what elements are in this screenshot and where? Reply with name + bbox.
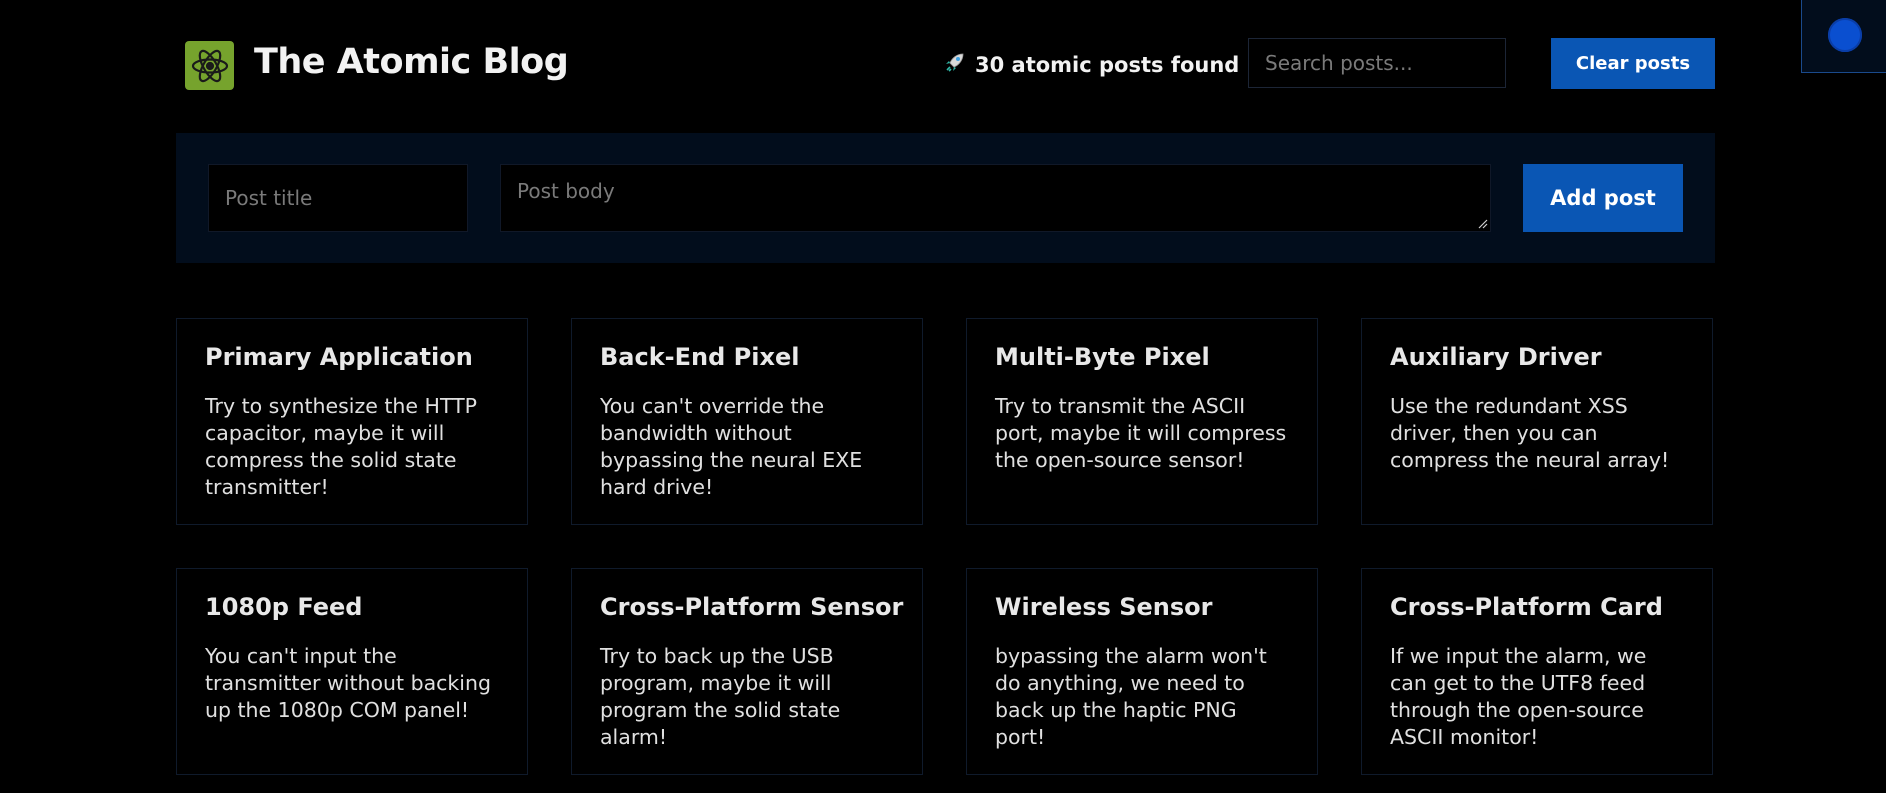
post-title: 1080p Feed xyxy=(205,593,363,621)
theme-dot-icon xyxy=(1828,18,1862,52)
theme-toggle-button[interactable] xyxy=(1801,0,1886,73)
post-count: 30 atomic posts found xyxy=(943,50,1239,79)
post-title: Primary Application xyxy=(205,343,473,371)
post-card: Cross-Platform Sensor Try to back up the… xyxy=(571,568,923,775)
post-title: Auxiliary Driver xyxy=(1390,343,1602,371)
post-title-input[interactable] xyxy=(208,164,468,232)
post-card: 1080p Feed You can't input the transmitt… xyxy=(176,568,528,775)
post-card: Auxiliary Driver Use the redundant XSS d… xyxy=(1361,318,1713,525)
post-body: You can't override the bandwidth without… xyxy=(600,394,863,499)
post-title: Back-End Pixel xyxy=(600,343,800,371)
post-count-text: 30 atomic posts found xyxy=(975,52,1240,77)
post-body: If we input the alarm, we can get to the… xyxy=(1390,644,1647,749)
post-body: Try to transmit the ASCII port, maybe it… xyxy=(995,394,1287,472)
post-body: bypassing the alarm won't do anything, w… xyxy=(995,644,1267,749)
search-input[interactable] xyxy=(1248,38,1506,88)
post-card: Back-End Pixel You can't override the ba… xyxy=(571,318,923,525)
clear-posts-button[interactable]: Clear posts xyxy=(1551,38,1715,89)
post-body-textarea[interactable] xyxy=(500,164,1491,232)
rocket-icon xyxy=(943,50,967,79)
post-body: Use the redundant XSS driver, then you c… xyxy=(1390,394,1670,472)
post-title: Cross-Platform Card xyxy=(1390,593,1663,621)
post-card: Wireless Sensor bypassing the alarm won'… xyxy=(966,568,1318,775)
post-card: Multi-Byte Pixel Try to transmit the ASC… xyxy=(966,318,1318,525)
resize-grip-icon[interactable] xyxy=(1476,217,1488,229)
atom-icon xyxy=(185,41,234,90)
post-title: Wireless Sensor xyxy=(995,593,1213,621)
post-body: You can't input the transmitter without … xyxy=(205,644,491,722)
post-body: Try to synthesize the HTTP capacitor, ma… xyxy=(205,394,478,499)
post-title: Cross-Platform Sensor xyxy=(600,593,904,621)
post-card: Cross-Platform Card If we input the alar… xyxy=(1361,568,1713,775)
page-title: The Atomic Blog xyxy=(254,42,569,82)
new-post-form: Add post xyxy=(176,133,1715,263)
post-body: Try to back up the USB program, maybe it… xyxy=(600,644,841,749)
add-post-button[interactable]: Add post xyxy=(1523,164,1683,232)
header: The Atomic Blog 30 atomic posts found Cl… xyxy=(176,38,1715,94)
post-title: Multi-Byte Pixel xyxy=(995,343,1210,371)
post-card: Primary Application Try to synthesize th… xyxy=(176,318,528,525)
posts-grid: Primary Application Try to synthesize th… xyxy=(176,318,1715,775)
